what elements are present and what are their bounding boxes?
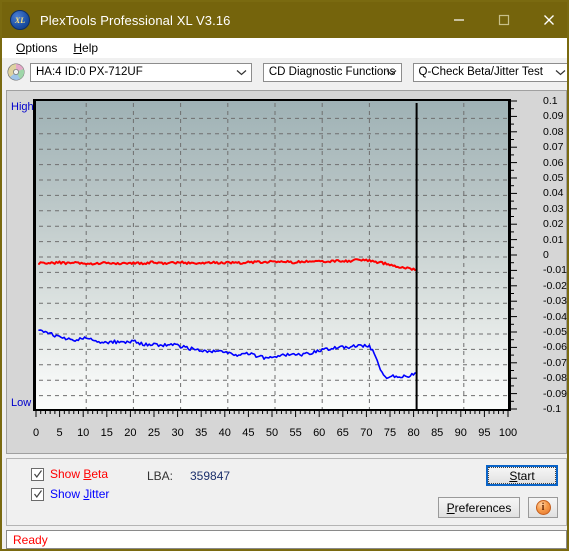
drive-select-value: HA:4 ID:0 PX-712UF (36, 66, 143, 78)
x-tick-label: 75 (383, 427, 397, 439)
menu-bar: Options Help (2, 38, 567, 58)
y-tick-label: 0.04 (543, 187, 564, 200)
app-icon: XL (10, 10, 30, 30)
function-select-value: CD Diagnostic Functions (268, 66, 396, 78)
y-tick-label: 0.06 (543, 156, 564, 169)
status-text: Ready (13, 532, 48, 547)
x-tick-label: 100 (498, 427, 518, 439)
axis-label-low: Low (11, 397, 32, 409)
controls-panel: Show Beta Show Jitter LBA: 359847 Start … (6, 458, 567, 526)
close-icon[interactable] (526, 2, 567, 38)
y-tick-label: 0.01 (543, 233, 564, 246)
x-tick-label: 95 (478, 427, 491, 439)
y-tick-label: -0.04 (543, 310, 567, 323)
checkbox-checked-icon (31, 487, 44, 501)
optical-disc-icon (7, 63, 25, 81)
menu-item-help[interactable]: Help (65, 40, 106, 56)
test-select-value: Q-Check Beta/Jitter Test (418, 66, 543, 78)
title-bar: XL PlexTools Professional XL V3.16 (2, 2, 567, 38)
lba-value: 359847 (190, 469, 231, 483)
function-select[interactable]: CD Diagnostic Functions (262, 62, 402, 82)
y-tick-label: 0.05 (543, 172, 564, 184)
x-tick-label: 60 (313, 427, 326, 439)
maximize-icon[interactable] (481, 2, 526, 38)
y-tick-label: -0.05 (543, 326, 567, 338)
preferences-button[interactable]: Preferences (438, 497, 520, 518)
chevron-down-icon (386, 64, 397, 81)
x-axis-ruler (35, 411, 509, 417)
x-tick-label: 25 (147, 427, 161, 439)
preferences-button-label: references (454, 500, 512, 515)
y-tick-label: 0.1 (543, 95, 558, 107)
test-select[interactable]: Q-Check Beta/Jitter Test (412, 62, 567, 82)
window-controls (436, 2, 567, 38)
chevron-down-icon (236, 64, 247, 81)
y-tick-label: 0.03 (543, 202, 564, 215)
chart-panel: High Low 0.1 0.09 0.08 0.07 0.06 0.05 0.04 0.03… (6, 90, 567, 454)
start-button[interactable]: Start (486, 465, 558, 486)
window-title: PlexTools Professional XL V3.16 (40, 12, 231, 28)
y-tick-label: -0.07 (543, 356, 567, 369)
y-tick-label: 0.09 (543, 110, 564, 123)
plot-svg (38, 103, 508, 409)
y-tick-label: -0.01 (543, 264, 567, 277)
y-tick-label: -0.08 (543, 372, 567, 385)
x-tick-label: 40 (218, 427, 231, 439)
y-tick-label: -0.06 (543, 341, 567, 354)
chevron-down-icon (555, 64, 566, 81)
x-tick-label: 20 (124, 427, 137, 439)
x-tick-label: 45 (242, 427, 255, 439)
x-tick-label: 30 (171, 427, 184, 439)
menu-item-options[interactable]: Options (8, 40, 65, 56)
checkbox-checked-icon (31, 467, 44, 481)
x-tick-label: 0 (32, 427, 40, 439)
drive-select[interactable]: HA:4 ID:0 PX-712UF (30, 62, 252, 82)
x-tick-label: 15 (100, 427, 113, 439)
x-tick-label: 5 (56, 427, 63, 439)
info-icon: i (535, 500, 551, 515)
x-tick-label: 10 (77, 427, 90, 439)
x-tick-label: 50 (265, 427, 279, 439)
menu-item-options-label: ptions (25, 41, 58, 55)
x-tick-label: 35 (195, 427, 208, 439)
show-jitter-checkbox[interactable]: Show Jitter (31, 487, 109, 501)
show-jitter-label-rest: itter (89, 487, 110, 501)
axis-label-high: High (11, 101, 34, 113)
y-tick-label: -0.03 (543, 295, 567, 308)
x-tick-label: 85 (431, 427, 444, 439)
plextools-window: XL PlexTools Professional XL V3.16 Optio… (0, 0, 569, 551)
x-tick-label: 90 (454, 427, 467, 439)
minimize-icon[interactable] (436, 2, 481, 38)
y-tick-label: -0.1 (543, 403, 562, 415)
show-beta-checkbox[interactable]: Show Beta (31, 467, 108, 481)
y-tick-label: 0 (543, 249, 549, 261)
y-tick-label: 0.02 (543, 218, 564, 231)
x-tick-label: 55 (289, 427, 302, 439)
y-axis-ruler (511, 100, 517, 410)
show-jitter-label: Show Jitter (50, 487, 110, 501)
x-tick-label: 65 (336, 427, 349, 439)
x-tick-label: 80 (407, 427, 420, 439)
start-button-label: tart (517, 468, 535, 483)
show-beta-label: Show Beta (50, 467, 109, 481)
plot-area (33, 99, 511, 411)
menu-item-help-label: elp (82, 41, 99, 55)
y-tick-label: -0.09 (543, 387, 567, 400)
y-tick-label: 0.08 (543, 125, 564, 138)
lba-label: LBA: (147, 469, 174, 483)
y-tick-label: 0.07 (543, 141, 564, 154)
x-tick-label: 70 (360, 427, 373, 439)
info-button[interactable]: i (528, 497, 558, 518)
status-bar: Ready (6, 530, 567, 549)
show-beta-label-rest: eta (91, 467, 109, 481)
selector-toolbar: HA:4 ID:0 PX-712UF CD Diagnostic Functio… (2, 58, 567, 86)
plot-wrapper: 0.1 0.09 0.08 0.07 0.06 0.05 0.04 0.03 0.02 0.01 0… (33, 95, 567, 439)
y-tick-label: -0.02 (543, 279, 567, 292)
